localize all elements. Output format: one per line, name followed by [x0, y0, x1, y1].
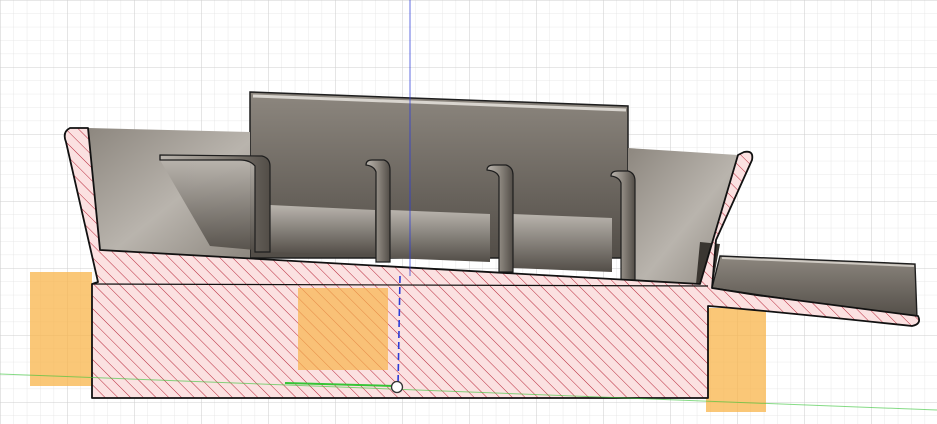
selected-face[interactable] [298, 288, 388, 370]
origin-point-icon[interactable] [390, 380, 404, 394]
cad-section-viewport[interactable] [0, 0, 937, 424]
model-canvas[interactable] [0, 0, 937, 424]
